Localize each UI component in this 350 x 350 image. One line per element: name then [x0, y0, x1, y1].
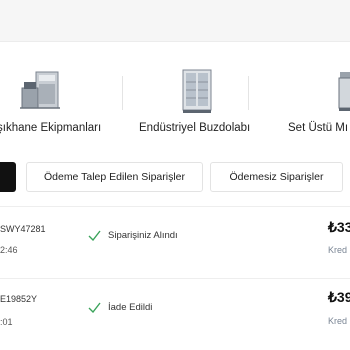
category-item-dishwasher[interactable]: şıkhane Ekipmanları [0, 62, 122, 142]
order-row[interactable]: SWY47281 2:46 Siparişiniz Alındı ₺33 Kre… [0, 208, 350, 278]
order-time: 2:46 [0, 245, 18, 255]
order-code: E19852Y [0, 294, 38, 304]
countertop-machine-icon [338, 72, 350, 111]
check-icon [88, 302, 101, 313]
order-price: ₺33 [328, 219, 350, 235]
order-code: SWY47281 [0, 224, 46, 234]
order-price: ₺39 [328, 289, 350, 305]
category-label: şıkhane Ekipmanları [0, 122, 102, 134]
category-label: Set Üstü Mı [288, 122, 349, 134]
tab-unpaid[interactable]: Ödemesiz Siparişler [210, 162, 343, 192]
order-payment-method: Kred [328, 245, 348, 255]
refrigerator-icon [182, 69, 212, 113]
category-item-refrigerator[interactable]: Endüstriyel Buzdolabı [123, 62, 251, 142]
category-strip: şıkhane Ekipmanları Endüstriyel Buzdolab… [0, 62, 350, 142]
order-status: İade Edildi [88, 302, 152, 313]
order-filter-tabs: Ödeme Talep Edilen Siparişler Ödemesiz S… [0, 162, 350, 196]
list-divider [0, 278, 350, 279]
tab-payment-requested[interactable]: Ödeme Talep Edilen Siparişler [26, 162, 203, 192]
order-status-label: İade Edildi [108, 302, 153, 313]
top-bar [0, 0, 350, 42]
order-status-label: Siparişiniz Alındı [108, 230, 178, 241]
dishwasher-icon [20, 71, 60, 109]
category-item-countertop[interactable]: Set Üstü Mı [249, 62, 350, 142]
list-divider [0, 206, 350, 207]
order-time: :01 [0, 317, 13, 327]
order-status: Siparişiniz Alındı [88, 230, 178, 241]
order-row[interactable]: E19852Y :01 İade Edildi ₺39 Kred [0, 280, 350, 350]
order-payment-method: Kred [328, 316, 348, 326]
check-icon [88, 230, 101, 241]
category-label: Endüstriyel Buzdolabı [139, 122, 251, 134]
tab-active[interactable] [0, 162, 16, 192]
